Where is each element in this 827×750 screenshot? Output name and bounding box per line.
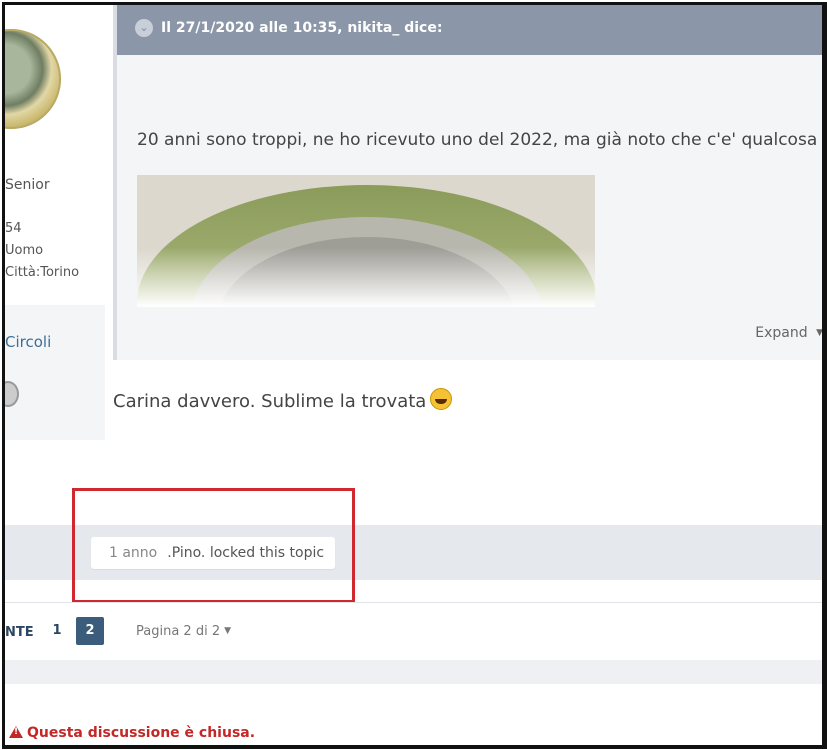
coin-roll-picture	[137, 175, 595, 307]
quote-header[interactable]: ⌄ Il 27/1/2020 alle 10:35, nikita_ dice:	[117, 5, 822, 55]
badge-icon[interactable]	[5, 381, 19, 407]
author-post-count: 54	[5, 221, 22, 236]
screenshot-frame: Senior 54 Uomo Città:Torino Circoli ⌄ Il…	[2, 2, 827, 749]
lower-divider	[5, 660, 822, 684]
page-link-2-current[interactable]: 2	[76, 617, 104, 645]
warning-icon	[9, 726, 23, 738]
author-gender: Uomo	[5, 243, 44, 258]
chevron-down-icon: ▼	[816, 328, 823, 338]
laughing-emoji-icon	[430, 388, 453, 410]
page-jump-dropdown[interactable]: Pagina 2 di 2 ▼	[136, 624, 231, 639]
prev-page-link[interactable]: NTE	[5, 625, 34, 640]
quote-citation: Il 27/1/2020 alle 10:35, nikita_ dice:	[161, 20, 443, 36]
author-column: Senior 54 Uomo Città:Torino Circoli	[5, 5, 105, 440]
chevron-down-icon: ▼	[224, 626, 232, 636]
reply-text: Carina davvero. Sublime la trovata	[113, 391, 427, 412]
badge-link[interactable]: Circoli	[5, 333, 51, 351]
locked-notice-text: Questa discussione è chiusa.	[27, 725, 256, 741]
highlight-box	[72, 488, 355, 603]
author-badge-box: Circoli	[5, 305, 105, 440]
author-rank: Senior	[5, 177, 50, 193]
author-avatar[interactable]	[5, 29, 61, 129]
author-city: Città:Torino	[5, 265, 80, 280]
expand-button[interactable]: Expand ▼	[755, 325, 823, 341]
quote-body: 20 anni sono troppi, ne ho ricevuto uno …	[137, 130, 818, 150]
reply-body: Carina davvero. Sublime la trovata	[113, 388, 453, 412]
quote-block: ⌄ Il 27/1/2020 alle 10:35, nikita_ dice:…	[113, 5, 823, 360]
locked-notice: Questa discussione è chiusa.	[9, 725, 255, 741]
page-link-1[interactable]: 1	[43, 617, 71, 645]
pagination-bar: NTE 1 2 Pagina 2 di 2 ▼	[5, 602, 822, 661]
quote-image[interactable]	[137, 175, 595, 307]
chevron-down-icon[interactable]: ⌄	[135, 19, 153, 37]
